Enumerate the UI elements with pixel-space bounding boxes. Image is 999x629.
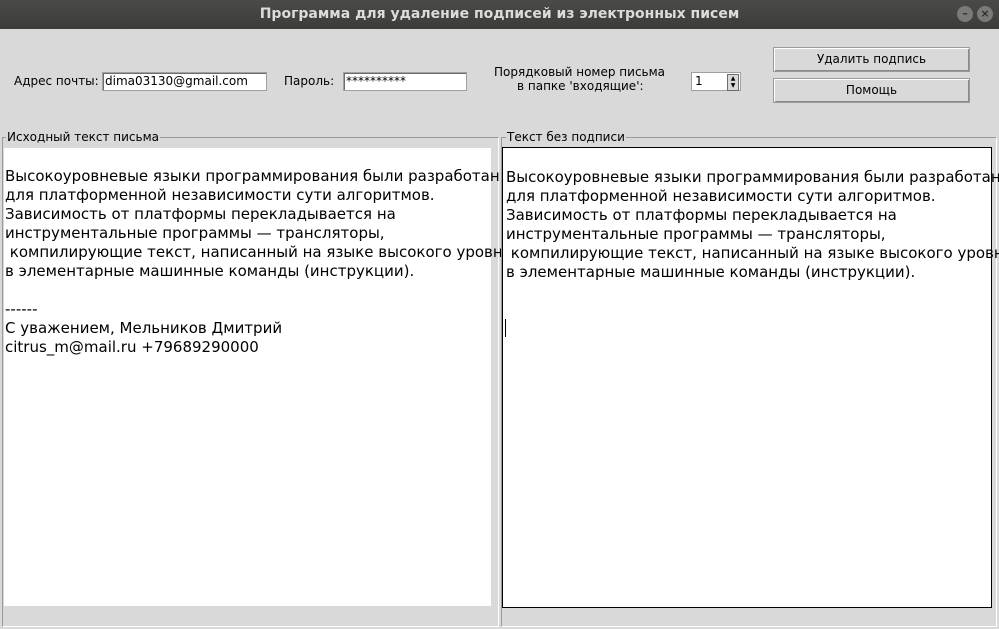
help-button[interactable]: Помощь: [773, 78, 970, 103]
letter-number-value[interactable]: 1: [695, 74, 703, 88]
text-line: инструментальные программы — трансляторы…: [5, 224, 385, 242]
text-line: компилирующие текст, написанный на языке…: [506, 244, 999, 262]
email-label: Адрес почты:: [14, 74, 99, 88]
spin-arrows[interactable]: ▲ ▼: [727, 74, 739, 91]
source-panel-title: Исходный текст письма: [6, 130, 160, 144]
text-line: Высокоуровневые языки программирования б…: [506, 168, 999, 186]
letter-number-spinbox[interactable]: 1 ▲ ▼: [691, 72, 741, 91]
text-line: в элементарные машинные команды (инструк…: [506, 263, 916, 281]
text-line: [5, 148, 491, 167]
text-line: инструментальные программы — трансляторы…: [506, 225, 886, 243]
text-line: citrus_m@mail.ru +79689290000: [5, 338, 259, 356]
letter-number-label-line2: в папке 'входящие':: [517, 79, 644, 93]
title-bar: Программа для удаление подписей из элект…: [0, 0, 999, 29]
text-line: Зависимость от платформы перекладывается…: [5, 205, 396, 223]
password-field[interactable]: **********: [343, 72, 467, 91]
text-line: Высокоуровневые языки программирования б…: [5, 167, 512, 185]
text-line: С уважением, Мельников Дмитрий: [5, 319, 283, 337]
result-panel-title: Текст без подписи: [506, 130, 626, 144]
password-label: Пароль:: [284, 74, 335, 88]
text-line: компилирующие текст, написанный на языке…: [5, 243, 517, 261]
text-line: [5, 281, 491, 300]
remove-signature-button[interactable]: Удалить подпись: [773, 47, 970, 72]
minimize-icon[interactable]: –: [957, 6, 973, 22]
source-text-area[interactable]: Высокоуровневые языки программирования б…: [4, 148, 517, 606]
close-icon[interactable]: ×: [977, 6, 993, 22]
text-line: ------: [5, 300, 38, 318]
email-field[interactable]: dima03130@gmail.com: [102, 72, 267, 91]
spin-down-icon[interactable]: ▼: [728, 82, 738, 89]
window-title: Программа для удаление подписей из элект…: [259, 6, 740, 22]
text-line: Зависимость от платформы перекладывается…: [506, 206, 897, 224]
spin-up-icon[interactable]: ▲: [728, 75, 738, 82]
letter-number-label: Порядковый номер письма: [494, 65, 666, 79]
text-line: [506, 149, 991, 168]
text-line: для платформенной независимости сути алг…: [506, 187, 936, 205]
text-line: для платформенной независимости сути алг…: [5, 186, 435, 204]
result-text-area[interactable]: Высокоуровневые языки программирования б…: [502, 147, 999, 608]
text-cursor: [505, 319, 506, 337]
text-line: в элементарные машинные команды (инструк…: [5, 262, 415, 280]
